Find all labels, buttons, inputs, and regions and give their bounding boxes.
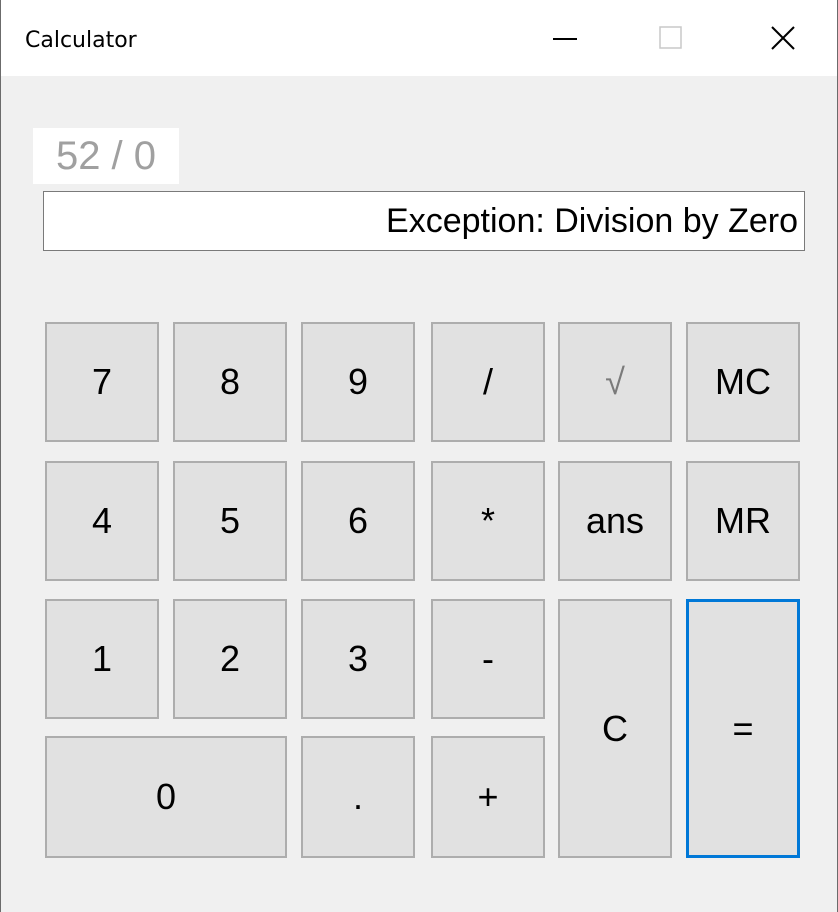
clear-button[interactable]: C (558, 599, 672, 858)
key-9[interactable]: 9 (301, 322, 415, 442)
expression-label: 52 / 0 (33, 128, 179, 184)
ans-button[interactable]: ans (558, 461, 672, 581)
key-0[interactable]: 0 (45, 736, 287, 858)
window-title: Calculator (25, 28, 137, 53)
close-icon (771, 26, 795, 50)
decimal-point-button[interactable]: . (301, 736, 415, 858)
memory-recall-button[interactable]: MR (686, 461, 800, 581)
key-4[interactable]: 4 (45, 461, 159, 581)
maximize-icon (659, 26, 682, 49)
key-6[interactable]: 6 (301, 461, 415, 581)
title-bar: Calculator (1, 0, 837, 76)
result-display[interactable]: Exception: Division by Zero (43, 191, 805, 251)
key-1[interactable]: 1 (45, 599, 159, 719)
key-3[interactable]: 3 (301, 599, 415, 719)
key-5[interactable]: 5 (173, 461, 287, 581)
calculator-window: Calculator 52 / 0 Exception: Division by… (0, 0, 838, 912)
key-2[interactable]: 2 (173, 599, 287, 719)
close-button[interactable] (745, 0, 821, 76)
multiply-button[interactable]: * (431, 461, 545, 581)
memory-clear-button[interactable]: MC (686, 322, 800, 442)
minimize-button[interactable] (527, 0, 603, 76)
minimize-icon (553, 38, 577, 40)
maximize-button[interactable] (633, 0, 709, 76)
add-button[interactable]: + (431, 736, 545, 858)
equals-button[interactable]: = (686, 599, 800, 858)
subtract-button[interactable]: - (431, 599, 545, 719)
key-8[interactable]: 8 (173, 322, 287, 442)
calculator-body: 52 / 0 Exception: Division by Zero 7 8 9… (1, 76, 837, 912)
sqrt-button[interactable]: √ (558, 322, 672, 442)
key-7[interactable]: 7 (45, 322, 159, 442)
divide-button[interactable]: / (431, 322, 545, 442)
